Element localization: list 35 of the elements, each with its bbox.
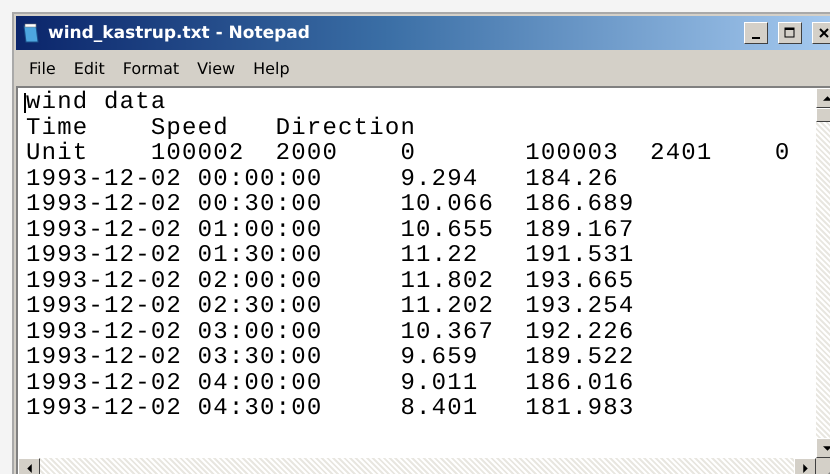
text-line: Unit 100002 2000 0 100003 2401 0 [26, 141, 791, 166]
horizontal-scrollbar[interactable] [18, 458, 816, 474]
text-line: 1993-12-02 04:00:00 9.011 186.016 [26, 370, 634, 396]
text-line: 1993-12-02 03:30:00 9.659 189.522 [26, 345, 634, 370]
menu-item[interactable]: Help [246, 56, 297, 80]
text-line: 1993-12-02 02:30:00 11.202 193.254 [26, 294, 634, 320]
down-arrow-icon [822, 444, 830, 452]
text-line: 1993-12-02 01:00:00 10.655 189.167 [26, 218, 634, 243]
text-line: 1993-12-02 00:30:00 10.066 186.689 [26, 192, 634, 218]
text-line: 1993-12-02 03:00:00 10.367 192.226 [26, 320, 634, 345]
text-line: 1993-12-02 02:00:00 11.802 193.665 [26, 268, 634, 294]
text-area[interactable] [18, 88, 816, 458]
maximize-icon [784, 27, 796, 39]
left-arrow-icon [24, 464, 34, 472]
text-line: wind data [26, 90, 166, 116]
menu-item[interactable]: Format [116, 56, 186, 80]
close-icon [818, 27, 830, 39]
maximize-button[interactable] [778, 22, 802, 44]
text-line: 1993-12-02 00:00:00 9.294 184.26 [26, 166, 619, 192]
up-arrow-icon [822, 94, 830, 102]
menu-item[interactable]: View [190, 56, 242, 80]
close-button[interactable] [812, 22, 830, 44]
menu-item[interactable]: File [22, 56, 63, 80]
menu-item[interactable]: Edit [66, 56, 112, 80]
scroll-right-button[interactable] [794, 458, 816, 474]
scroll-left-button[interactable] [18, 458, 40, 474]
notepad-icon [22, 23, 40, 43]
minimize-button[interactable] [744, 22, 768, 44]
text-line: Time Speed Direction [26, 116, 416, 141]
right-arrow-icon [800, 464, 810, 472]
minimize-icon [752, 37, 760, 39]
text-caret-icon [24, 92, 26, 113]
window-title: wind_kastrup.txt - Notepad [48, 23, 311, 43]
text-line: 1993-12-02 04:30:00 8.401 181.983 [26, 396, 634, 422]
text-line: 1993-12-02 01:30:00 11.22 191.531 [26, 243, 634, 268]
